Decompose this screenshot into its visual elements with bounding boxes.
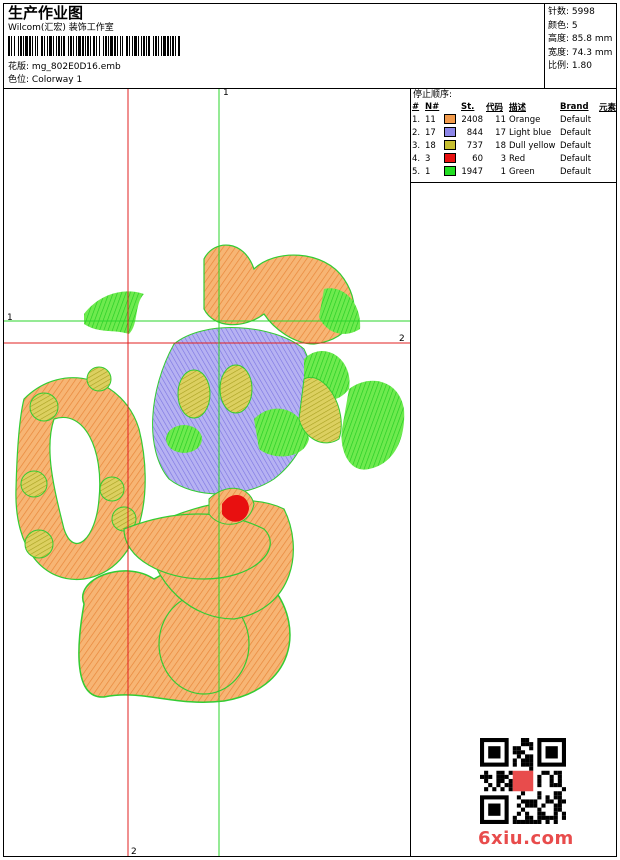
page-title: 生产作业图 (8, 4, 84, 22)
col-element: 元素 (599, 102, 617, 113)
embroidery-design (4, 89, 410, 856)
col-brand: Brand (560, 101, 589, 112)
guide-label-h1: 1 (7, 313, 13, 323)
design-label: 花版: (8, 62, 30, 72)
color-swatch (444, 114, 456, 125)
qr-logo-stamp (512, 770, 534, 792)
table-row: 4. 3 60 3 Red Default (412, 153, 592, 164)
spec-colors: 颜色: 5 (548, 20, 578, 31)
col-index: # (412, 101, 420, 112)
col-stitches: St. (461, 101, 475, 112)
design-field: 花版: mg_802E0D16.emb (8, 62, 121, 73)
watermark-logo: 6xiu.com (478, 828, 574, 849)
table-divider (410, 182, 617, 183)
table-row: 1. 11 2408 11 Orange Default (412, 114, 592, 125)
col-number: N# (425, 101, 440, 112)
guide-label-v2: 2 (131, 847, 137, 857)
spec-width: 宽度: 74.3 mm (548, 47, 613, 58)
spec-scale: 比例: 1.80 (548, 61, 592, 72)
company-name: Wilcom(汇宏) 装饰工作室 (8, 23, 114, 33)
colorway-field: 色位: Colorway 1 (8, 75, 82, 86)
colorway-value: Colorway 1 (31, 75, 83, 85)
color-swatch (444, 140, 456, 151)
col-description: 描述 (509, 102, 527, 113)
table-header-row: # N# St. 代码 描述 Brand 元素 (412, 100, 619, 113)
color-swatch (444, 153, 456, 164)
colorway-label: 色位: (8, 75, 30, 85)
color-swatch (444, 166, 456, 177)
specs-divider (544, 3, 545, 88)
table-row: 2. 17 844 17 Light blue Default (412, 127, 592, 138)
table-row: 5. 1 1947 1 Green Default (412, 166, 592, 177)
specs-panel: 针数: 5998 颜色: 5 高度: 85.8 mm 宽度: 74.3 mm 比… (548, 6, 612, 74)
spec-stitches: 针数: 5998 (548, 7, 595, 17)
stop-sequence-table: # N# St. 代码 描述 Brand 元素 1. 11 2408 11 Oran… (412, 100, 619, 178)
barcode (8, 36, 180, 56)
guide-label-v1: 1 (223, 88, 229, 98)
design-value: mg_802E0D16.emb (31, 62, 121, 72)
color-swatch (444, 127, 456, 138)
right-hand (341, 380, 405, 470)
sidebar-divider (410, 88, 411, 857)
spec-height: 高度: 85.8 mm (548, 34, 613, 45)
qr-code (480, 738, 566, 824)
col-code: 代码 (486, 102, 504, 113)
tail (84, 291, 144, 334)
guide-label-h2: 2 (399, 334, 405, 344)
table-row: 3. 18 737 18 Dull yellow Default (412, 140, 592, 151)
